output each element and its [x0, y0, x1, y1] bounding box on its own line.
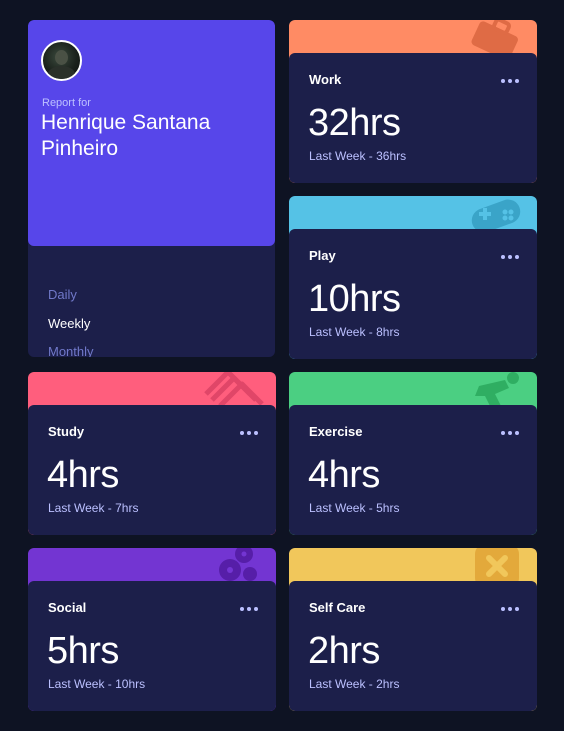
ellipsis-icon[interactable] [240, 606, 258, 612]
current-hours: 5hrs [47, 630, 119, 672]
previous-hours: Last Week - 2hrs [309, 677, 400, 691]
previous-hours: Last Week - 5hrs [309, 501, 400, 515]
card-work: Work 32hrs Last Week - 36hrs [289, 20, 537, 183]
card-body: Exercise 4hrs Last Week - 5hrs [289, 405, 537, 535]
previous-hours: Last Week - 10hrs [48, 677, 146, 691]
current-hours: 4hrs [47, 454, 119, 496]
current-hours: 2hrs [308, 630, 380, 672]
profile-card: Report for Henrique Santana Pinheiro Dai… [28, 20, 275, 357]
card-social: Social 5hrs Last Week - 10hrs [28, 548, 276, 711]
dashboard: Report for Henrique Santana Pinheiro Dai… [0, 0, 564, 731]
card-self-care: Self Care 2hrs Last Week - 2hrs [289, 548, 537, 711]
avatar [41, 40, 82, 81]
period-daily-button[interactable]: Daily [48, 287, 77, 302]
ellipsis-icon[interactable] [501, 606, 519, 612]
ellipsis-icon[interactable] [501, 254, 519, 260]
card-body: Study 4hrs Last Week - 7hrs [28, 405, 276, 535]
previous-hours: Last Week - 36hrs [309, 149, 407, 163]
card-body: Play 10hrs Last Week - 8hrs [289, 229, 537, 359]
card-body: Self Care 2hrs Last Week - 2hrs [289, 581, 537, 711]
card-title: Social [48, 600, 87, 615]
card-play: Play 10hrs Last Week - 8hrs [289, 196, 537, 359]
card-title: Play [309, 248, 336, 263]
card-body: Social 5hrs Last Week - 10hrs [28, 581, 276, 711]
period-monthly-button[interactable]: Monthly [48, 344, 94, 357]
ellipsis-icon[interactable] [501, 430, 519, 436]
previous-hours: Last Week - 8hrs [309, 325, 400, 339]
card-body: Work 32hrs Last Week - 36hrs [289, 53, 537, 183]
card-study: Study 4hrs Last Week - 7hrs [28, 372, 276, 535]
card-title: Study [48, 424, 85, 439]
ellipsis-icon[interactable] [501, 78, 519, 84]
card-title: Self Care [309, 600, 366, 615]
user-name: Henrique Santana Pinheiro [41, 111, 211, 160]
card-exercise: Exercise 4hrs Last Week - 5hrs [289, 372, 537, 535]
current-hours: 32hrs [308, 102, 401, 144]
ellipsis-icon[interactable] [240, 430, 258, 436]
previous-hours: Last Week - 7hrs [48, 501, 139, 515]
period-weekly-button[interactable]: Weekly [48, 316, 90, 331]
card-title: Exercise [309, 424, 363, 439]
current-hours: 4hrs [308, 454, 380, 496]
current-hours: 10hrs [308, 278, 401, 320]
report-for-label: Report for [42, 97, 91, 109]
profile-header: Report for Henrique Santana Pinheiro [28, 20, 275, 246]
card-title: Work [309, 72, 342, 87]
